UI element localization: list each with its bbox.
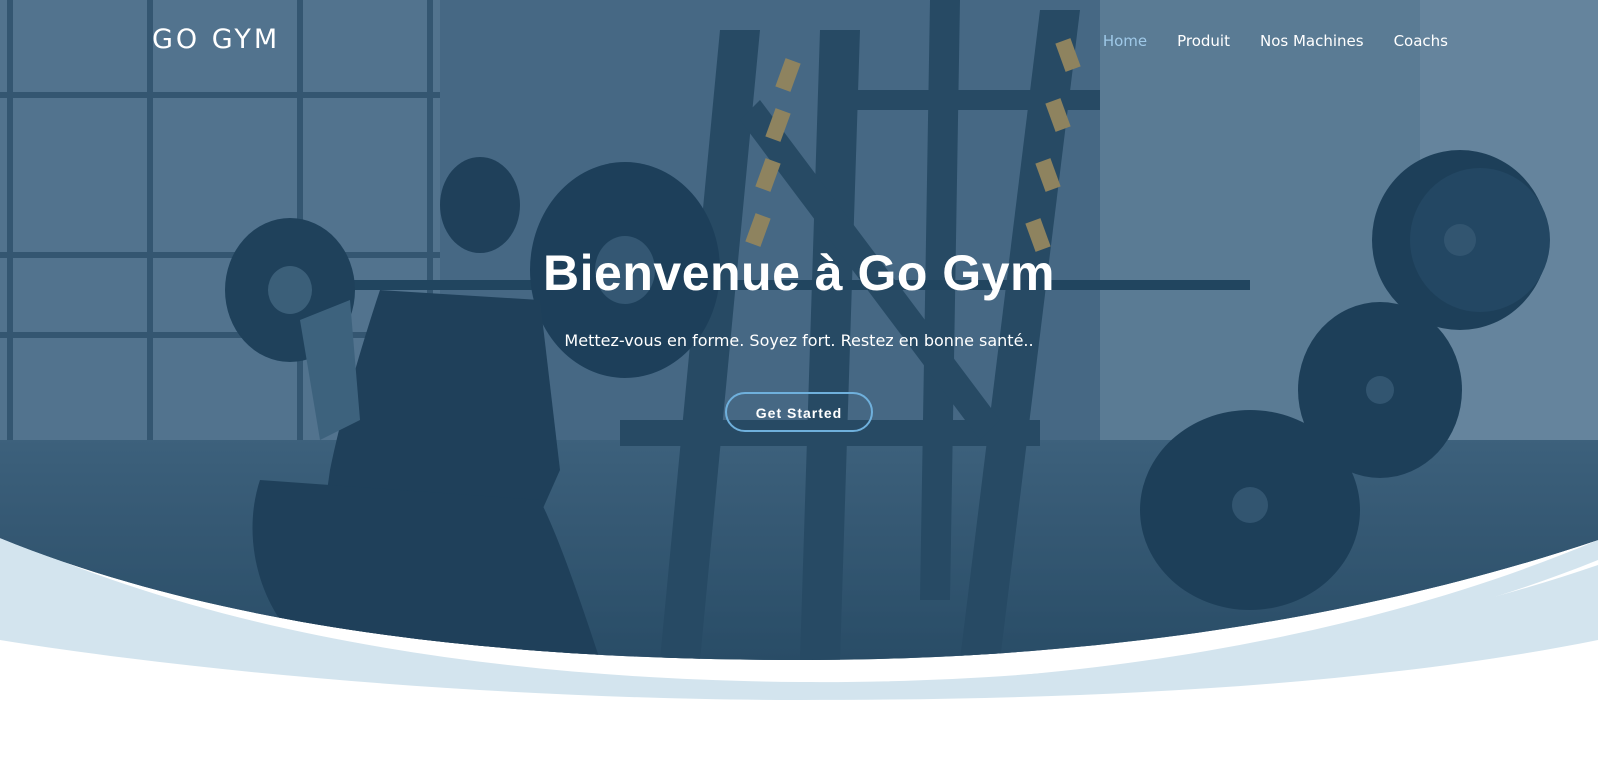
nav-item-coachs[interactable]: Coachs <box>1394 31 1448 51</box>
page: GO GYM Home Produit Nos Machines Coachs … <box>0 0 1598 767</box>
nav-item-produit[interactable]: Produit <box>1177 31 1230 51</box>
nav-item-nos-machines[interactable]: Nos Machines <box>1260 31 1364 51</box>
nav-item-home[interactable]: Home <box>1103 31 1147 51</box>
hero-content: Bienvenue à Go Gym Mettez-vous en forme.… <box>0 240 1598 432</box>
hero-title: Bienvenue à Go Gym <box>543 245 1055 301</box>
site-logo[interactable]: GO GYM <box>152 24 280 56</box>
navbar: GO GYM Home Produit Nos Machines Coachs <box>0 0 1598 82</box>
get-started-button[interactable]: Get Started <box>725 392 873 432</box>
hero-subtitle: Mettez-vous en forme. Soyez fort. Restez… <box>564 331 1034 350</box>
hero-section: GO GYM Home Produit Nos Machines Coachs … <box>0 0 1598 767</box>
main-nav: Home Produit Nos Machines Coachs <box>1103 31 1448 51</box>
